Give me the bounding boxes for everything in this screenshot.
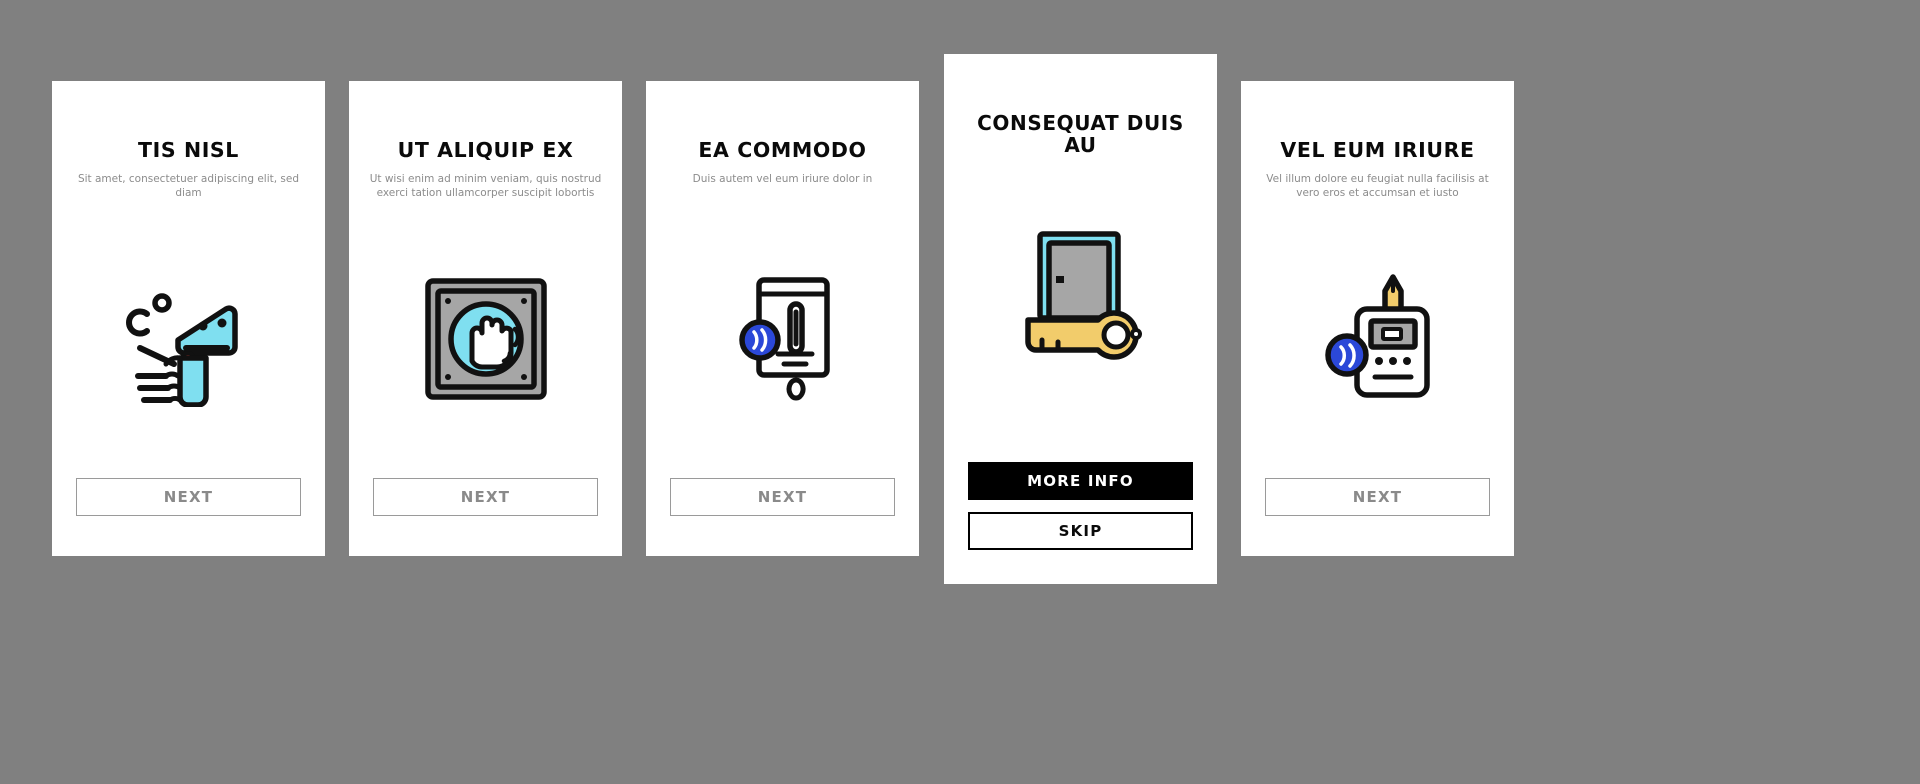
- button-area: NEXT: [646, 478, 919, 556]
- onboarding-card-5: VEL EUM IRIURE Vel illum dolore eu feugi…: [1241, 81, 1514, 556]
- next-button[interactable]: NEXT: [1265, 478, 1490, 516]
- page-subtitle: Duis autem vel eum iriure dolor in: [692, 172, 873, 185]
- page-title: EA COMMODO: [698, 138, 867, 162]
- page-title: UT ALIQUIP EX: [397, 138, 574, 162]
- skip-button[interactable]: SKIP: [968, 512, 1193, 550]
- hand-scanner-panel-icon: [424, 278, 547, 401]
- onboarding-card-2: UT ALIQUIP EX Ut wisi enim ad minim veni…: [349, 81, 622, 556]
- page-subtitle: Ut wisi enim ad minim veniam, quis nostr…: [369, 172, 602, 199]
- door-with-key-icon: [1024, 231, 1142, 361]
- button-area: NEXT: [52, 478, 325, 556]
- onboarding-card-4-highlighted: CONSEQUAT DUIS AU MORE INFO SKIP: [944, 54, 1217, 584]
- infrared-thermometer-gun-icon: [125, 293, 238, 407]
- icon-area: [52, 201, 325, 478]
- onboarding-card-1: TIS NISL Sit amet, consectetuer adipisci…: [52, 81, 325, 556]
- page-subtitle: Sit amet, consectetuer adipiscing elit, …: [77, 172, 300, 199]
- more-info-button[interactable]: MORE INFO: [968, 462, 1193, 500]
- page-title: CONSEQUAT DUIS AU: [977, 111, 1184, 158]
- page-title: TIS NISL: [138, 138, 239, 162]
- contactless-glucose-meter-icon: [1325, 274, 1430, 398]
- next-button[interactable]: NEXT: [76, 478, 301, 516]
- contactless-sanitizer-dispenser-icon: [738, 277, 830, 401]
- icon-area: [944, 157, 1217, 462]
- icon-area: [1241, 201, 1514, 478]
- page-subtitle: Vel illum dolore eu feugiat nulla facili…: [1266, 172, 1489, 199]
- page-title: VEL EUM IRIURE: [1280, 138, 1475, 162]
- next-button[interactable]: NEXT: [670, 478, 895, 516]
- button-area: NEXT: [1241, 478, 1514, 556]
- onboarding-card-3: EA COMMODO Duis autem vel eum iriure dol…: [646, 81, 919, 556]
- onboarding-screens-stage: TIS NISL Sit amet, consectetuer adipisci…: [0, 0, 1920, 784]
- icon-area: [646, 187, 919, 478]
- next-button[interactable]: NEXT: [373, 478, 598, 516]
- icon-area: [349, 201, 622, 478]
- button-area: NEXT: [349, 478, 622, 556]
- button-area: MORE INFO SKIP: [944, 462, 1217, 584]
